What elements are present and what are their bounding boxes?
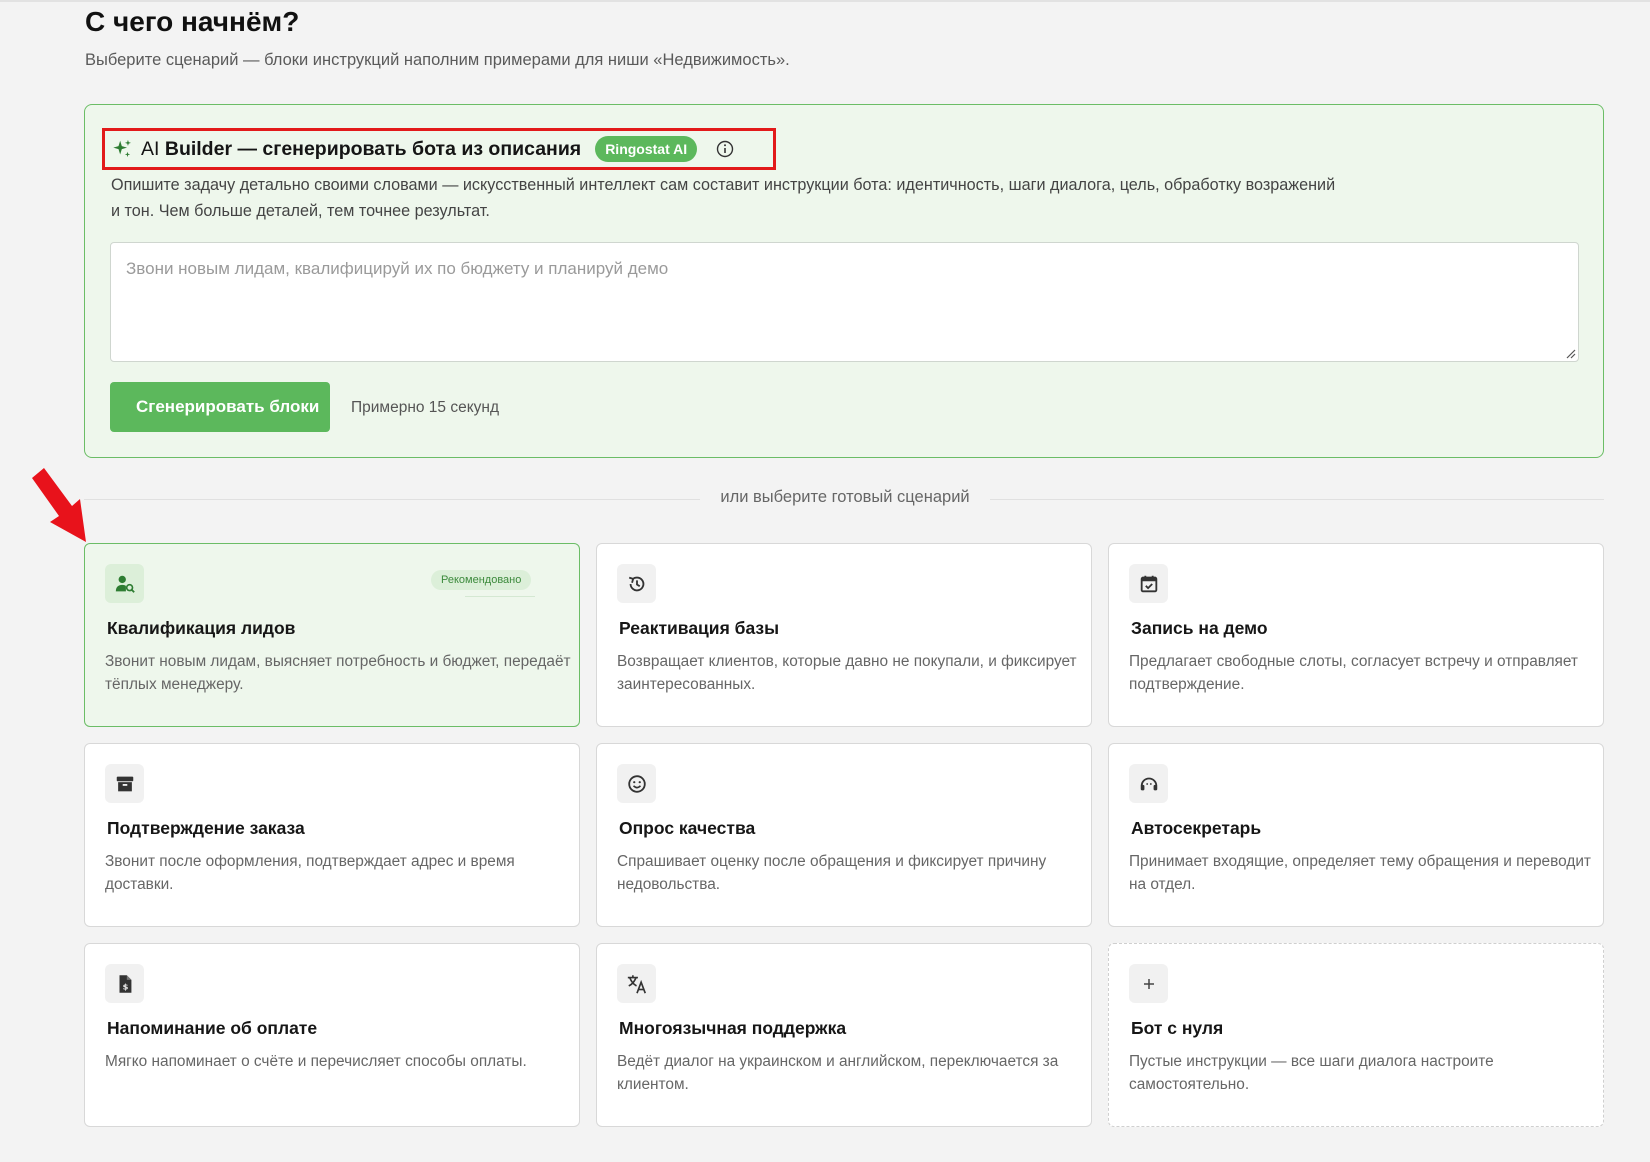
ai-title-main: Builder — сгенерировать бота из описания xyxy=(159,137,582,160)
scenario-title: Многоязычная поддержка xyxy=(619,1018,847,1038)
scenario-title: Подтверждение заказа xyxy=(107,818,305,838)
recommended-underline xyxy=(465,596,535,597)
scenario-description: Принимает входящие, определяет тему обра… xyxy=(1129,853,1591,893)
scenario-title: Автосекретарь xyxy=(1131,818,1262,838)
scenario-card-bot-from-scratch[interactable]: Бот с нуля Пустые инструкции — все шаги … xyxy=(1108,943,1604,1127)
scenario-card-lead-qualification[interactable]: Рекомендовано Квалификация лидов Звонит … xyxy=(84,543,580,727)
scenario-title: Опрос качества xyxy=(619,818,756,838)
ai-builder-title: AI Builder — сгенерировать бота из описа… xyxy=(141,138,581,161)
smiley-icon xyxy=(617,764,656,803)
generation-time-hint: Примерно 15 секунд xyxy=(351,399,500,416)
scenario-card-base-reactivation[interactable]: Реактивация базы Возвращает клиентов, ко… xyxy=(596,543,1092,727)
scenario-description: Мягко напоминает о счёте и перечисляет с… xyxy=(105,1053,527,1070)
translate-icon xyxy=(617,964,656,1003)
scenario-title: Запись на демо xyxy=(1131,618,1268,638)
divider-label: или выберите готовый сценарий xyxy=(700,488,990,507)
scenario-title: Напоминание об оплате xyxy=(107,1018,318,1038)
invoice-dollar-icon: $ xyxy=(105,964,144,1003)
red-arrow-annotation xyxy=(28,466,90,546)
scenario-title: Реактивация базы xyxy=(619,618,780,638)
scenario-title: Квалификация лидов xyxy=(107,618,296,638)
bot-description-input[interactable] xyxy=(110,242,1579,362)
scenario-title: Бот с нуля xyxy=(1131,1018,1224,1038)
ai-builder-header: AI Builder — сгенерировать бота из описа… xyxy=(102,128,776,170)
scenario-description: Ведёт диалог на украинском и английском,… xyxy=(617,1053,1059,1093)
scenario-description: Звонит после оформления, подтверждает ад… xyxy=(105,853,515,893)
scenario-card-payment-reminder[interactable]: $ Напоминание об оплате Мягко напоминает… xyxy=(84,943,580,1127)
ai-title-prefix: AI xyxy=(141,137,160,160)
scenario-description: Пустые инструкции — все шаги диалога нас… xyxy=(1129,1053,1494,1093)
page-subtitle: Выберите сценарий — блоки инструкций нап… xyxy=(85,51,790,69)
headset-icon xyxy=(1129,764,1168,803)
top-border xyxy=(0,0,1650,2)
scenario-card-demo-booking[interactable]: Запись на демо Предлагает свободные слот… xyxy=(1108,543,1604,727)
scenario-card-auto-secretary[interactable]: Автосекретарь Принимает входящие, опреде… xyxy=(1108,743,1604,927)
scenario-card-quality-survey[interactable]: Опрос качества Спрашивает оценку после о… xyxy=(596,743,1092,927)
scenario-description: Звонит новым лидам, выясняет потребность… xyxy=(105,653,571,693)
scenario-card-multilingual-support[interactable]: Многоязычная поддержка Ведёт диалог на у… xyxy=(596,943,1092,1127)
generate-blocks-button[interactable]: Сгенерировать блоки xyxy=(110,382,330,432)
history-icon xyxy=(617,564,656,603)
ai-builder-description: Опишите задачу детально своими словами —… xyxy=(111,176,1336,220)
scenario-description: Возвращает клиентов, которые давно не по… xyxy=(617,653,1077,693)
resize-handle-icon[interactable] xyxy=(1565,348,1576,359)
recommended-badge: Рекомендовано xyxy=(431,570,532,590)
sparkle-icon xyxy=(111,138,133,160)
ringostat-ai-badge: Ringostat AI xyxy=(595,136,698,162)
info-icon[interactable] xyxy=(715,139,735,159)
plus-icon xyxy=(1129,964,1168,1003)
scenario-card-order-confirmation[interactable]: Подтверждение заказа Звонит после оформл… xyxy=(84,743,580,927)
svg-text:$: $ xyxy=(122,981,128,991)
calendar-check-icon xyxy=(1129,564,1168,603)
archive-box-icon xyxy=(105,764,144,803)
scenario-description: Предлагает свободные слоты, согласует вс… xyxy=(1129,653,1578,693)
scenario-description: Спрашивает оценку после обращения и фикс… xyxy=(617,853,1047,893)
person-search-icon xyxy=(105,564,144,603)
page-title: С чего начнём? xyxy=(85,6,300,37)
